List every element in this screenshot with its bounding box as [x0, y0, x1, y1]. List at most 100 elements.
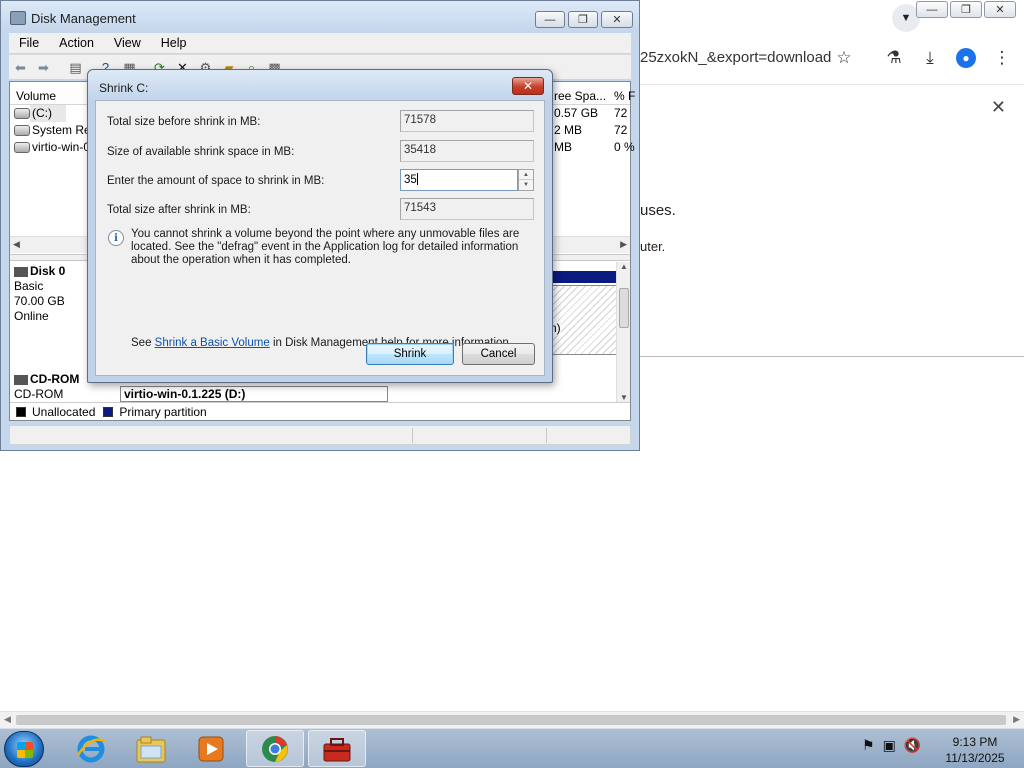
shrink-amount-value: 35 [404, 174, 417, 186]
address-bar-text[interactable]: 25zxokN_&export=download [640, 49, 831, 66]
scroll-right-icon[interactable]: ▶ [620, 239, 627, 250]
start-button[interactable] [4, 731, 44, 767]
chevron-down-icon: ▼ [900, 12, 912, 24]
media-player-icon [198, 736, 224, 761]
cancel-button[interactable]: Cancel [462, 343, 535, 365]
partition-header-bar [550, 271, 618, 283]
labs-flask-icon[interactable]: ⚗ [882, 46, 906, 70]
download-icon[interactable]: ⤓ [918, 46, 942, 70]
toolbox-icon [323, 737, 351, 761]
horizontal-scrollbar[interactable]: ◀ ▶ [0, 711, 1024, 728]
close-button[interactable]: ✕ [984, 1, 1016, 18]
network-icon[interactable]: ▣ [883, 737, 896, 754]
available-shrink-label: Size of available shrink space in MB: [107, 146, 295, 158]
profile-button[interactable]: ● [954, 46, 978, 70]
shrink-amount-label: Enter the amount of space to shrink in M… [107, 175, 325, 187]
restore-icon: ❐ [578, 14, 588, 26]
total-before-value: 71578 [400, 110, 534, 132]
volume-muted-icon[interactable]: 🔇 [904, 737, 921, 754]
browser-window-controls: — ❐ ✕ [916, 1, 1016, 18]
column-header-percent-free[interactable]: % F [614, 89, 635, 103]
close-icon: ✕ [995, 4, 1005, 16]
maximize-button[interactable]: ❐ [568, 11, 598, 28]
scroll-down-icon[interactable]: ▼ [620, 393, 628, 402]
bookmark-star-icon[interactable]: ☆ [832, 46, 856, 70]
column-header-free-space[interactable]: ree Spa... [554, 89, 606, 103]
restore-button[interactable]: ❐ [950, 1, 982, 18]
partition-block[interactable] [550, 285, 618, 355]
disk-pane-vscrollbar[interactable]: ▲ ▼ [616, 262, 630, 402]
total-after-label: Total size after shrink in MB: [107, 204, 251, 216]
dialog-close-button[interactable]: ✕ [512, 77, 544, 95]
close-icon: ✕ [612, 14, 622, 26]
cdrom-info[interactable]: CD-ROM CD-ROM [14, 372, 79, 402]
scroll-up-icon[interactable]: ▲ [620, 262, 628, 271]
taskbar: ⚑ ▣ 🔇 9:13 PM 11/13/2025 [0, 728, 1024, 768]
taskbar-internet-explorer[interactable] [62, 730, 120, 767]
forward-arrow-icon[interactable]: ➡ [35, 59, 52, 76]
menu-bar: File Action View Help [9, 33, 631, 53]
total-after-value: 71543 [400, 198, 534, 220]
clock[interactable]: 9:13 PM 11/13/2025 [938, 734, 1012, 766]
close-icon[interactable]: ✕ [991, 97, 1006, 118]
status-bar [9, 425, 631, 445]
cdrom-name: CD-ROM [30, 372, 80, 386]
available-shrink-value: 35418 [400, 140, 534, 162]
close-button[interactable]: ✕ [601, 11, 633, 28]
shrink-amount-input[interactable]: 35 [400, 169, 518, 191]
shrink-dialog: Shrink C: ✕ Total size before shrink in … [87, 69, 553, 383]
menu-action[interactable]: Action [49, 36, 104, 50]
restore-icon: ❐ [961, 4, 971, 16]
title-bar[interactable]: Disk Management — ❐ ✕ [1, 1, 639, 33]
scrollbar-thumb[interactable] [619, 288, 629, 328]
spin-down-icon[interactable]: ▼ [519, 180, 533, 190]
help-reference: See Shrink a Basic Volume in Disk Manage… [131, 337, 512, 349]
taskbar-media-player[interactable] [182, 730, 240, 767]
spin-up-icon[interactable]: ▲ [519, 170, 533, 180]
column-header-volume[interactable]: Volume [16, 89, 56, 103]
minimize-button[interactable]: — [916, 1, 948, 18]
scroll-left-icon[interactable]: ◀ [4, 714, 11, 725]
more-menu-icon[interactable]: ⋮ [990, 46, 1014, 70]
windows-logo-icon [17, 742, 33, 758]
chrome-icon [262, 735, 288, 762]
disk-type: Basic [14, 279, 44, 293]
disk0-info[interactable]: Disk 0 Basic 70.00 GB Online [14, 264, 94, 324]
menu-help[interactable]: Help [151, 36, 197, 50]
dialog-title-bar[interactable]: Shrink C: ✕ [88, 70, 552, 100]
window-title: Disk Management [31, 11, 136, 26]
window-controls: — ❐ ✕ [535, 11, 633, 28]
scroll-left-icon[interactable]: ◀ [13, 239, 20, 250]
page-text: uses. [640, 202, 676, 219]
shrink-button[interactable]: Shrink [366, 343, 454, 365]
cdrom-volume-block[interactable]: virtio-win-0.1.225 (D:) [120, 386, 388, 402]
show-hide-console-icon[interactable]: ▤ [67, 59, 84, 76]
folder-icon [136, 736, 166, 762]
volume-percent-free: 72 [614, 106, 628, 120]
cd-drive-icon [14, 374, 28, 385]
action-center-flag-icon[interactable]: ⚑ [862, 737, 875, 754]
volume-free-space: MB [554, 140, 572, 154]
profile-avatar-icon: ● [956, 48, 976, 68]
minimize-button[interactable]: — [535, 11, 565, 28]
internet-explorer-icon [76, 735, 106, 762]
close-icon: ✕ [522, 79, 534, 93]
info-message: You cannot shrink a volume beyond the po… [131, 228, 520, 266]
scrollbar-thumb[interactable] [16, 715, 1006, 725]
system-tray: ⚑ ▣ 🔇 [862, 737, 921, 754]
disk-management-icon [10, 11, 26, 25]
minimize-icon: — [926, 3, 938, 16]
shrink-amount-spinner[interactable]: ▲ ▼ [518, 169, 534, 191]
scroll-right-icon[interactable]: ▶ [1013, 714, 1020, 725]
info-icon: i [108, 230, 124, 246]
menu-view[interactable]: View [104, 36, 151, 50]
volume-name: (C:) [32, 106, 52, 120]
clock-date: 11/13/2025 [945, 751, 1005, 765]
shrink-basic-volume-link[interactable]: Shrink a Basic Volume [155, 337, 270, 349]
taskbar-computer-management[interactable] [308, 730, 366, 767]
dialog-body: Total size before shrink in MB: 71578 Si… [95, 100, 545, 376]
taskbar-file-explorer[interactable] [122, 730, 180, 767]
back-arrow-icon[interactable]: ⬅ [12, 59, 29, 76]
menu-file[interactable]: File [9, 36, 49, 50]
taskbar-chrome[interactable] [246, 730, 304, 767]
